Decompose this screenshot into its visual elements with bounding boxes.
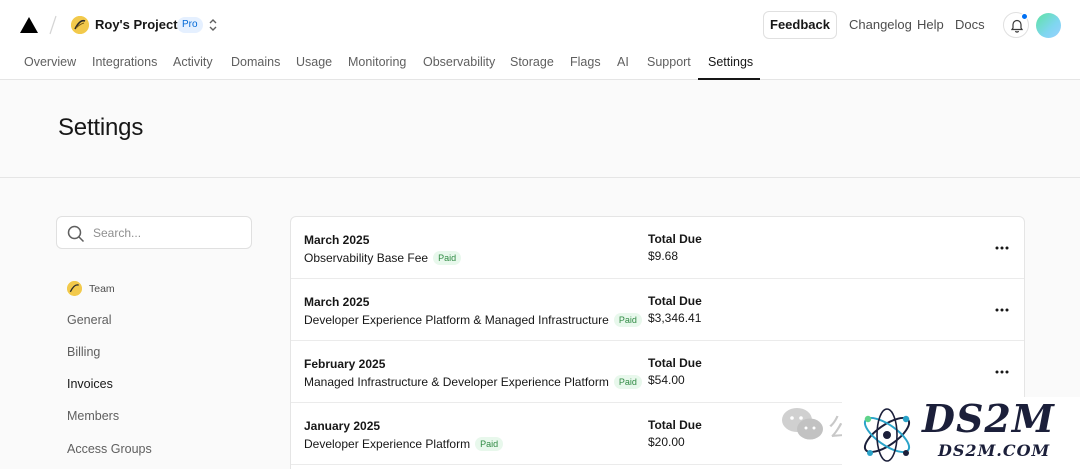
invoice-description-line: Observability Base Fee Paid [304,249,462,265]
invoice-amount: $54.00 [648,373,685,387]
tab-ai[interactable]: AI [617,54,629,70]
more-options-icon[interactable] [991,363,1013,381]
project-name[interactable]: Roy's Projects [95,16,185,34]
tab-integrations[interactable]: Integrations [92,54,157,70]
tab-domains[interactable]: Domains [231,54,280,70]
invoice-amount: $3,346.41 [648,311,702,325]
invoice-description: Developer Experience Platform & Managed … [304,312,609,327]
total-due-label: Total Due [648,418,702,432]
tab-flags[interactable]: Flags [570,54,601,70]
tab-settings[interactable]: Settings [708,54,753,70]
docs-link[interactable]: Docs [955,17,985,33]
tab-usage[interactable]: Usage [296,54,332,70]
notification-dot [1021,13,1028,20]
tab-monitoring[interactable]: Monitoring [348,54,406,70]
page-title: Settings [58,114,144,141]
invoice-amount: $9.68 [648,249,679,263]
sidebar-item-invoices[interactable]: Invoices [67,377,113,391]
invoice-amount: $20.00 [648,435,685,449]
search-icon [67,225,85,243]
invoice-row[interactable]: March 2025 Developer Experience Platform… [291,279,1024,341]
status-badge: Paid [613,312,642,327]
vercel-logo-icon[interactable] [20,17,38,33]
bell-icon [1010,19,1024,33]
feedback-button[interactable]: Feedback [763,11,837,39]
settings-search[interactable] [56,216,252,249]
invoice-description: Developer Experience Platform [304,436,471,451]
sidebar-item-billing[interactable]: Billing [67,345,100,359]
page-header: Settings [0,80,1080,178]
tab-support[interactable]: Support [647,54,691,70]
more-options-icon[interactable] [991,239,1013,257]
changelog-link[interactable]: Changelog [849,17,912,33]
invoice-row[interactable]: March 2025 Observability Base Fee Paid To… [291,217,1024,279]
invoice-period: February 2025 [304,357,386,371]
invoice-period: January 2025 [304,419,381,433]
watermark-large-text: DS2M [922,396,1055,441]
invoice-description-line: Managed Infrastructure & Developer Exper… [304,373,642,389]
team-label: Team [89,283,115,295]
sidebar-item-general[interactable]: General [67,313,111,327]
chevron-up-down-icon[interactable] [206,17,220,33]
invoice-description: Observability Base Fee [304,250,429,265]
tab-overview[interactable]: Overview [24,54,76,70]
total-due-label: Total Due [648,294,702,308]
help-link[interactable]: Help [917,17,944,33]
status-badge: Paid [475,436,504,451]
invoice-description: Managed Infrastructure & Developer Exper… [304,374,609,389]
ds2m-watermark: DS2M DS2M.COM [842,397,1080,469]
tab-activity[interactable]: Activity [173,54,213,70]
user-avatar[interactable] [1036,13,1061,38]
invoice-period: March 2025 [304,233,370,247]
project-tabs: Overview Integrations Activity Domains U… [0,52,1080,80]
watermark-small-text: DS2M.COM [938,441,1051,460]
invoice-description-line: Developer Experience Platform Paid [304,435,504,451]
plan-badge: Pro [177,17,203,33]
invoice-description-line: Developer Experience Platform & Managed … [304,311,642,327]
total-due-label: Total Due [648,232,702,246]
status-badge: Paid [433,250,462,265]
status-badge: Paid [613,374,642,389]
team-avatar [67,281,82,296]
wechat-watermark-icon [782,408,823,440]
total-due-label: Total Due [648,356,702,370]
top-navigation-bar: Roy's Projects Pro Feedback Changelog He… [0,0,1080,80]
project-avatar[interactable] [71,16,89,34]
tab-observability[interactable]: Observability [423,54,495,70]
atom-logo-icon [863,408,911,462]
sidebar-item-access-groups[interactable]: Access Groups [67,442,152,456]
invoice-period: March 2025 [304,295,370,309]
search-input[interactable] [93,223,243,243]
breadcrumb-slash-icon [49,15,57,35]
sidebar-item-members[interactable]: Members [67,409,119,423]
more-options-icon[interactable] [991,301,1013,319]
invoice-row[interactable]: February 2025 Managed Infrastructure & D… [291,341,1024,403]
notifications-button[interactable] [1003,12,1029,38]
tab-storage[interactable]: Storage [510,54,554,70]
